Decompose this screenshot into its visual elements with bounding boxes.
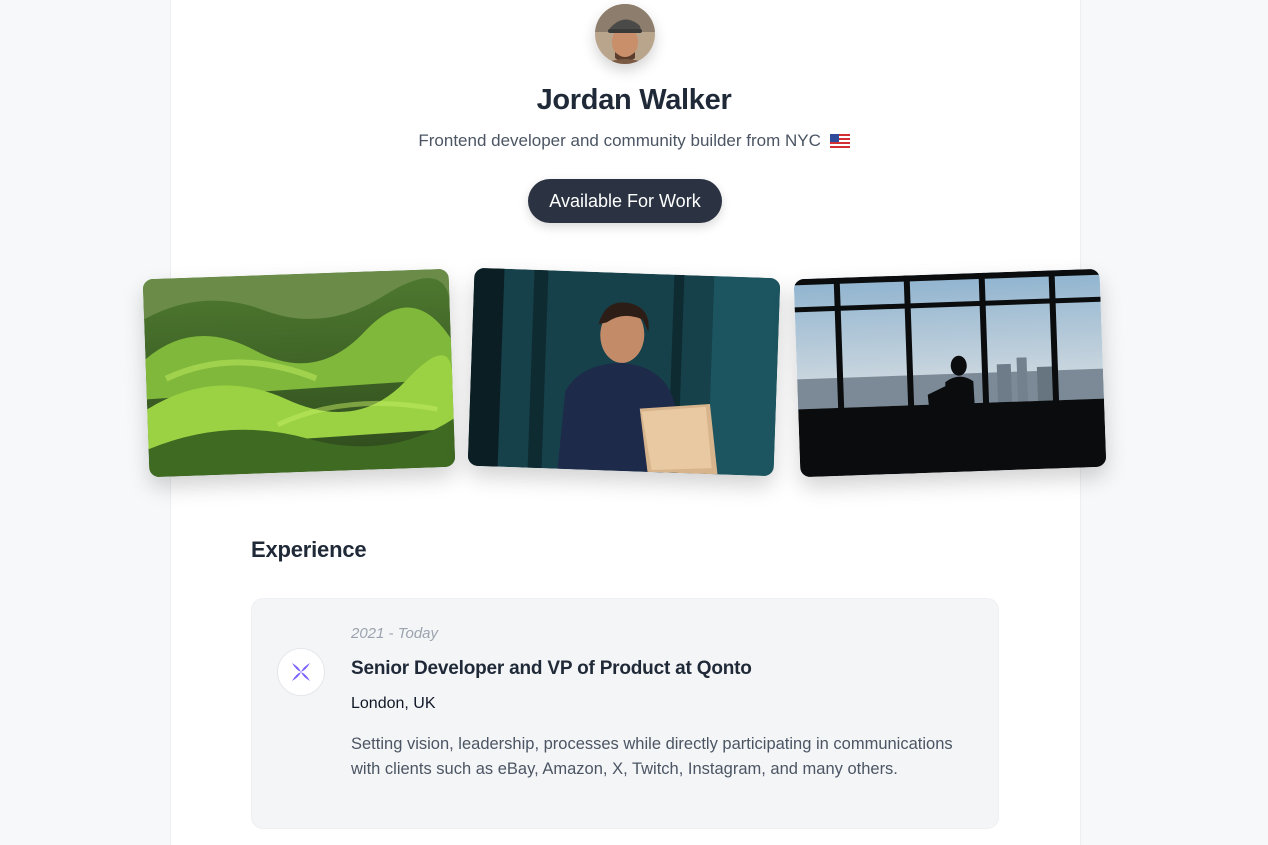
experience-period: 2021 - Today [351, 625, 439, 642]
profile-name: Jordan Walker [536, 84, 732, 116]
qonto-logo-icon [277, 648, 325, 696]
experience-card: 2021 - Today Senior Developer and VP of … [251, 598, 999, 829]
profile-bio: Frontend developer and community builder… [0, 131, 1268, 153]
developer-with-laptop-photo [467, 267, 781, 477]
us-flag-icon [829, 133, 850, 153]
experience-description: Setting vision, leadership, processes wh… [351, 735, 953, 778]
experience-role: Senior Developer and VP of Product at Qo… [351, 658, 752, 679]
city-window-silhouette-photo [793, 268, 1107, 478]
avatar [595, 4, 655, 64]
bio-text: Frontend developer and community builder… [418, 131, 821, 150]
experience-location: London, UK [351, 695, 436, 712]
green-rolling-hills-photo [142, 268, 456, 478]
available-for-work-button[interactable]: Available For Work [528, 179, 722, 223]
experience-section-title: Experience [251, 537, 367, 562]
